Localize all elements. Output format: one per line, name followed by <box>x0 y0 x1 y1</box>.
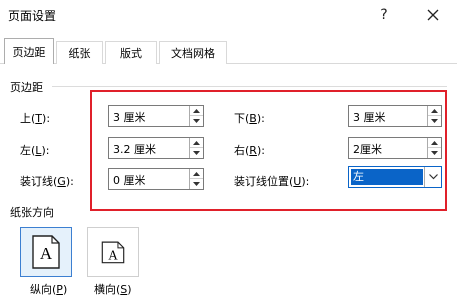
margins-section-title: 页边距 <box>10 81 43 94</box>
highlight-box <box>90 90 447 211</box>
tab-label: 纸张 <box>68 47 91 60</box>
portrait-button[interactable]: A <box>20 227 72 277</box>
portrait-label: 纵向(P) <box>30 283 68 296</box>
title-bar: 页面设置 ? <box>0 0 457 32</box>
tab-margins[interactable]: 页边距 <box>4 38 54 64</box>
left-margin-label: 左(L): <box>20 144 50 157</box>
tab-paper[interactable]: 纸张 <box>56 41 103 64</box>
landscape-glyph: A <box>108 247 118 262</box>
landscape-label: 横向(S) <box>94 283 132 296</box>
tab-label: 页边距 <box>12 45 46 59</box>
gutter-label: 装订线(G): <box>20 175 74 188</box>
question-mark-icon: ? <box>380 7 388 23</box>
orientation-section-title: 纸张方向 <box>10 206 54 219</box>
help-button[interactable]: ? <box>372 3 396 27</box>
landscape-button[interactable]: A <box>87 227 139 277</box>
tab-layout[interactable]: 版式 <box>105 41 157 64</box>
portrait-glyph: A <box>40 244 53 263</box>
top-margin-label: 上(T): <box>20 112 51 125</box>
tab-label: 文档网格 <box>171 47 215 60</box>
tab-label: 版式 <box>120 47 142 60</box>
tab-document-grid[interactable]: 文档网格 <box>159 41 227 64</box>
landscape-page-icon: A <box>101 241 125 264</box>
close-x-icon <box>427 9 439 21</box>
dialog-title: 页面设置 <box>8 9 57 23</box>
portrait-page-icon: A <box>32 235 60 269</box>
close-button[interactable] <box>418 3 448 27</box>
margins-section-divider <box>52 86 447 87</box>
